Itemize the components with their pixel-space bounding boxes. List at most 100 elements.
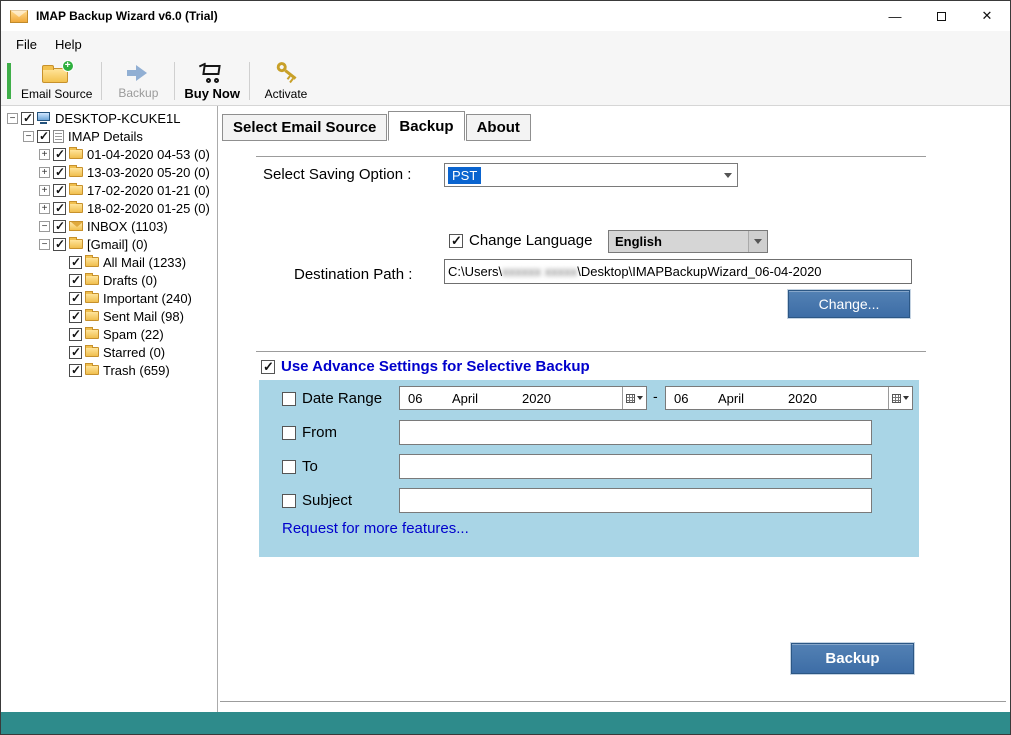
checkbox[interactable] [69,256,82,269]
date-end-field[interactable]: 06 April 2020 [665,386,913,410]
from-input[interactable] [399,420,872,445]
change-path-button[interactable]: Change... [788,290,910,318]
expand-icon[interactable]: + [39,149,50,160]
toolbar-activate-label: Activate [265,87,308,101]
checkbox[interactable] [69,274,82,287]
date-year[interactable]: 2020 [788,391,817,406]
date-start-field[interactable]: 06 April 2020 [399,386,647,410]
email-source-folder-icon [42,62,72,84]
date-month[interactable]: April [718,391,744,406]
tree-item-date-folder[interactable]: + 01-04-2020 04-53 (0) [1,145,217,163]
from-label[interactable]: From [302,424,337,441]
checkbox[interactable] [53,202,66,215]
change-language-checkbox[interactable] [449,234,463,248]
close-button[interactable]: ✕ [964,1,1010,31]
date-range-checkbox[interactable] [282,392,296,406]
toolbar-buy-now-button[interactable]: Buy Now [176,57,248,105]
minimize-button[interactable]: — [872,1,918,31]
subject-label[interactable]: Subject [302,492,352,509]
checkbox[interactable] [69,292,82,305]
tree-item-date-folder[interactable]: + 18-02-2020 01-25 (0) [1,199,217,217]
checkbox[interactable] [69,346,82,359]
checkbox[interactable] [53,148,66,161]
backup-button[interactable]: Backup [791,643,914,674]
collapse-icon[interactable]: − [7,113,18,124]
expand-icon[interactable]: + [39,167,50,178]
expand-icon[interactable]: + [39,185,50,196]
toolbar-activate-button[interactable]: Activate [251,57,321,105]
folder-icon [69,185,83,195]
tab-about[interactable]: About [466,114,531,141]
window-controls: — ✕ [872,1,1010,31]
checkbox[interactable] [37,130,50,143]
toolbar-email-source-label: Email Source [21,87,92,101]
mail-account-icon [53,130,64,143]
toolbar-backup-button[interactable]: Backup [103,57,173,105]
from-checkbox[interactable] [282,426,296,440]
tab-select-email-source[interactable]: Select Email Source [222,114,387,141]
destination-path-label: Destination Path : [294,266,412,283]
tree-item-important[interactable]: Important (240) [1,289,217,307]
tree-item-starred[interactable]: Starred (0) [1,343,217,361]
toolbar-buy-now-label: Buy Now [184,86,240,101]
collapse-icon[interactable]: − [23,131,34,142]
checkbox[interactable] [69,364,82,377]
date-day[interactable]: 06 [674,391,688,406]
toolbar: Email Source Backup Buy Now Activate [1,57,1010,106]
tree-item-all-mail[interactable]: All Mail (1233) [1,253,217,271]
tree-item-gmail[interactable]: − [Gmail] (0) [1,235,217,253]
advance-settings-checkbox[interactable] [261,360,275,374]
tree-item-label: Trash (659) [103,363,170,378]
collapse-icon[interactable]: − [39,239,50,250]
language-select[interactable]: English [608,230,768,253]
tree-item-desktop[interactable]: − DESKTOP-KCUKE1L [1,109,217,127]
expand-icon[interactable]: + [39,203,50,214]
request-features-link[interactable]: Request for more features... [282,520,469,537]
checkbox[interactable] [53,220,66,233]
checkbox[interactable] [69,310,82,323]
tree-item-drafts[interactable]: Drafts (0) [1,271,217,289]
checkbox[interactable] [69,328,82,341]
to-label[interactable]: To [302,458,318,475]
tree-item-date-folder[interactable]: + 17-02-2020 01-21 (0) [1,181,217,199]
change-language-label[interactable]: Change Language [469,232,592,249]
date-range-row: Date Range [282,390,382,407]
app-envelope-icon [10,10,28,23]
to-checkbox[interactable] [282,460,296,474]
date-year[interactable]: 2020 [522,391,551,406]
toolbar-separator [249,62,250,100]
tree-item-date-folder[interactable]: + 13-03-2020 05-20 (0) [1,163,217,181]
tree-item-spam[interactable]: Spam (22) [1,325,217,343]
tree-item-trash[interactable]: Trash (659) [1,361,217,379]
to-input[interactable] [399,454,872,479]
subject-checkbox[interactable] [282,494,296,508]
collapse-icon[interactable]: − [39,221,50,232]
toolbar-email-source-button[interactable]: Email Source [13,57,100,105]
tree-item-inbox[interactable]: − INBOX (1103) [1,217,217,235]
date-month[interactable]: April [452,391,478,406]
checkbox[interactable] [21,112,34,125]
maximize-icon [937,12,946,21]
subject-input[interactable] [399,488,872,513]
checkbox[interactable] [53,184,66,197]
chevron-down-icon[interactable] [718,164,737,186]
saving-option-select[interactable]: PST [444,163,738,187]
tab-backup[interactable]: Backup [388,111,464,141]
date-range-label[interactable]: Date Range [302,390,382,407]
advance-settings-row: Use Advance Settings for Selective Backu… [261,358,590,375]
tree-item-sent-mail[interactable]: Sent Mail (98) [1,307,217,325]
date-end-picker-button[interactable] [888,387,912,409]
menu-help[interactable]: Help [46,31,91,57]
checkbox[interactable] [53,166,66,179]
tree-item-imap-details[interactable]: − IMAP Details [1,127,217,145]
chevron-down-icon[interactable] [748,231,767,252]
advance-settings-label[interactable]: Use Advance Settings for Selective Backu… [281,358,590,375]
date-day[interactable]: 06 [408,391,422,406]
destination-path-input[interactable]: C:\Users\xxxxxx xxxxx\Desktop\IMAPBackup… [444,259,912,284]
subject-row: Subject [282,492,352,509]
date-start-picker-button[interactable] [622,387,646,409]
chevron-down-icon [637,396,643,400]
menu-file[interactable]: File [7,31,46,57]
maximize-button[interactable] [918,1,964,31]
checkbox[interactable] [53,238,66,251]
